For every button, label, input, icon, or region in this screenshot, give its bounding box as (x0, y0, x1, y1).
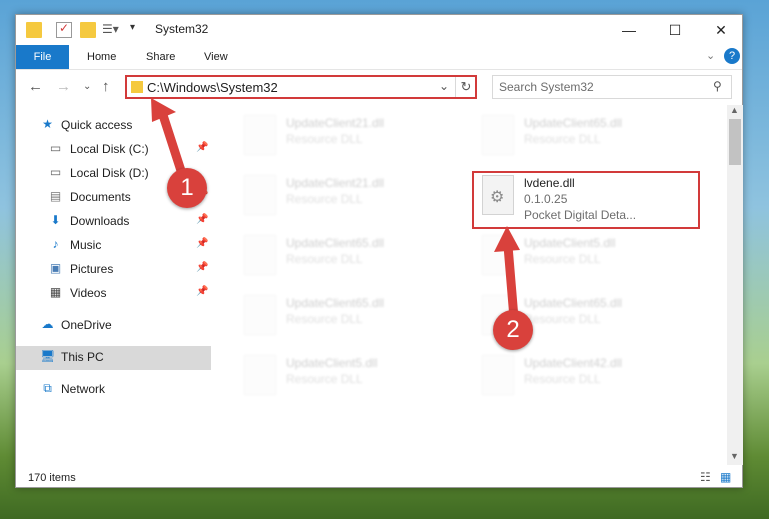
arrow-2-head (494, 226, 520, 252)
annotation-overlay (151, 98, 520, 323)
arrow-2-shaft (503, 241, 519, 323)
step-2-badge: 2 (493, 310, 533, 350)
step-1-badge: 1 (167, 168, 207, 208)
